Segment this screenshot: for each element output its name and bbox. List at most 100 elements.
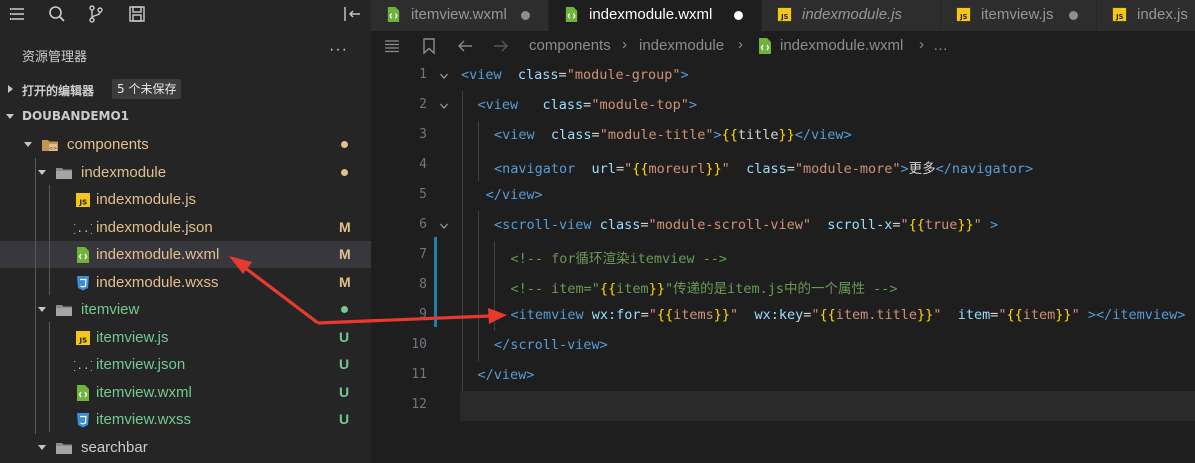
fold-chevron-icon[interactable] <box>439 71 449 81</box>
project-section[interactable]: DOUBANDEMO1 <box>0 104 371 130</box>
code-token: wx:key <box>754 307 804 323</box>
code-line[interactable]: 1 <view class="module-group"> <box>371 61 1195 91</box>
code-text: <!-- for循环渲染itemview --> <box>511 247 728 267</box>
wxss-file-icon <box>74 411 92 429</box>
code-token: class <box>599 217 641 233</box>
chevron-down-icon <box>6 114 14 119</box>
code-token: > <box>989 217 999 233</box>
fold-chevron-icon[interactable] <box>439 221 449 231</box>
tree-item-label: indexmodule.wxml <box>96 246 220 263</box>
tree-item[interactable]: {..} itemview.json U <box>0 351 371 378</box>
code-text: <scroll-view class="module-scroll-view" … <box>494 217 998 233</box>
code-token: class <box>550 127 592 143</box>
bookmark-icon[interactable] <box>420 37 438 55</box>
tab-bar: itemview.wxml indexmodule.wxml JS indexmodu… <box>371 0 1195 31</box>
tree-item[interactable]: {..} indexmodule.json M <box>0 214 371 241</box>
forward-arrow-icon[interactable] <box>492 37 510 55</box>
tree-item[interactable]: searchbar <box>0 434 371 461</box>
line-number: 4 <box>419 157 427 172</box>
unsaved-dot-icon[interactable] <box>734 11 743 20</box>
tree-item[interactable]: itemview.wxml U <box>0 379 371 406</box>
code-text: <navigator url="{{moreurl}}" class="modu… <box>494 157 1033 177</box>
branch-icon[interactable] <box>86 4 106 24</box>
code-line[interactable]: 6 <scroll-view class="module-scroll-view"… <box>371 211 1195 241</box>
tree-item[interactable]: indexmodule.wxss M <box>0 269 371 296</box>
code-editor[interactable]: 1 <view class="module-group"> 2 <view class… <box>371 61 1195 463</box>
code-line[interactable]: 2 <view class="module-top"> <box>371 91 1195 121</box>
tree-item[interactable]: itemview <box>0 296 371 323</box>
editor-tab[interactable]: JS indexmodule.js <box>762 0 941 31</box>
editor-tab[interactable]: indexmodule.wxml <box>549 0 762 31</box>
breadcrumb-item-file[interactable]: indexmodule.wxml <box>780 37 903 54</box>
editor-tab[interactable]: JS itemview.js <box>941 0 1097 31</box>
breadcrumb-item-more[interactable]: … <box>933 37 948 54</box>
code-token: </view> <box>794 127 852 143</box>
unsaved-dot-icon[interactable] <box>1069 11 1078 20</box>
tree-item-label: indexmodule.json <box>96 218 213 236</box>
open-editors-section[interactable]: 打开的编辑器 5 个未保存 <box>0 77 371 103</box>
tree-item-label: itemview.wxml <box>96 383 192 401</box>
code-line[interactable]: 11 </view> <box>371 361 1195 391</box>
breadcrumb-item-indexmodule[interactable]: indexmodule <box>639 37 724 54</box>
hamburger-icon[interactable] <box>8 4 28 24</box>
tree-item[interactable]: indexmodule.wxml M <box>0 241 371 268</box>
folder-icon <box>55 439 73 457</box>
tree-item[interactable]: itemview.wxss U <box>0 406 371 433</box>
line-number: 10 <box>411 337 427 352</box>
chevron-down-icon <box>38 444 46 450</box>
explorer-header: 资源管理器 ··· <box>0 37 371 71</box>
code-line[interactable]: 5 </view> <box>371 181 1195 211</box>
explorer-title: 资源管理器 <box>22 50 88 65</box>
more-actions-button[interactable]: ··· <box>329 41 348 59</box>
breadcrumb-item-components[interactable]: components <box>529 37 611 54</box>
search-icon[interactable] <box>47 4 67 24</box>
editor-tab[interactable]: JS index.js <box>1097 0 1195 31</box>
js-file-icon: JS <box>74 191 92 209</box>
back-arrow-icon[interactable] <box>456 37 474 55</box>
code-token: "module-more" <box>794 161 901 177</box>
svg-text:JS: JS <box>780 13 788 21</box>
tree-indent-guide <box>49 322 50 432</box>
code-line[interactable]: 10 </scroll-view> <box>371 331 1195 361</box>
code-line[interactable]: 3 <view class="module-title">{{title}}</v… <box>371 121 1195 151</box>
svg-text:{..}: {..} <box>74 359 92 372</box>
wxml-file-icon <box>74 246 92 264</box>
code-token: title <box>737 127 779 143</box>
tree-item[interactable]: JS itemview.js U <box>0 324 371 351</box>
unsaved-dot-icon[interactable] <box>521 11 530 20</box>
collapse-panel-icon[interactable] <box>342 4 362 24</box>
git-status-badge: U <box>339 356 350 372</box>
tree-item[interactable]: indexmodule <box>0 159 371 186</box>
code-token: " <box>900 217 909 233</box>
code-text: <view class="module-title">{{title}}</vi… <box>494 127 852 143</box>
code-token: " <box>1071 307 1080 323</box>
save-icon[interactable] <box>127 4 147 24</box>
code-line[interactable]: 7 <!-- for循环渲染itemview --> <box>371 241 1195 271</box>
code-token: <scroll-view <box>494 217 592 233</box>
code-token: }} <box>957 217 974 233</box>
tree-item[interactable]: <> components <box>0 131 371 158</box>
code-line[interactable]: 9 <itemview wx:for="{{items}}" wx:key="{{… <box>371 301 1195 331</box>
code-line[interactable]: 8 <!-- item="{{item}}"传递的是item.js中的一个属性 -… <box>371 271 1195 301</box>
folder-icon <box>55 164 73 182</box>
code-token: = <box>640 307 649 323</box>
wxml-file-icon <box>563 6 580 23</box>
code-token: }} <box>705 161 722 177</box>
folder-icon <box>55 301 73 319</box>
fold-chevron-icon[interactable] <box>439 101 449 111</box>
code-line[interactable]: 4 <navigator url="{{moreurl}}" class="mod… <box>371 151 1195 181</box>
list-icon[interactable] <box>383 37 401 55</box>
wxml-file-icon <box>74 384 92 402</box>
code-line[interactable]: 12 <box>411 391 1195 421</box>
editor-tab[interactable]: itemview.wxml <box>371 0 549 31</box>
code-token: class <box>517 67 559 83</box>
line-number: 8 <box>419 277 427 292</box>
tree-item[interactable]: JS indexmodule.js <box>0 186 371 213</box>
js-file-icon: JS <box>74 329 92 347</box>
git-status-badge: U <box>339 328 350 345</box>
code-text: </scroll-view> <box>494 337 608 353</box>
code-token: {{ <box>908 217 925 233</box>
